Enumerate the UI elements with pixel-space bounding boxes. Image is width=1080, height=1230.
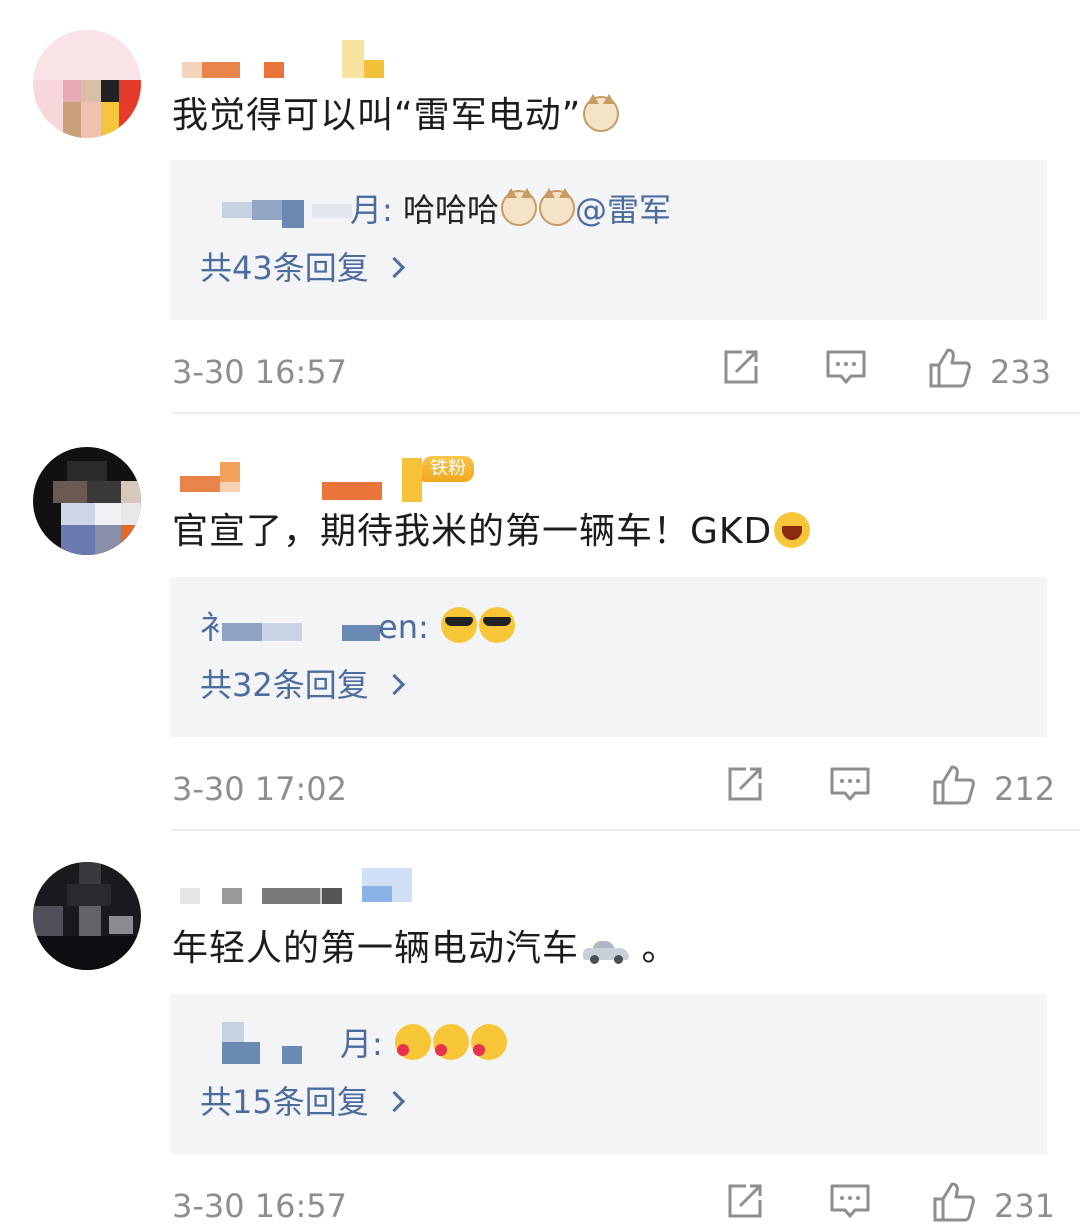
comment-icon[interactable] (829, 1180, 871, 1222)
reply-username-suffix[interactable]: 月: (350, 191, 393, 229)
comment-meta: 3-30 17:02 212 (0, 763, 1080, 813)
laughing-emoji (774, 512, 811, 548)
cat-face-emoji (500, 188, 537, 226)
thumbs-up-icon[interactable] (928, 346, 972, 390)
comment-text: 官宣了，期待我米的第一辆车！GKD (172, 510, 811, 554)
like-count: 233 (990, 353, 1052, 391)
reply-preview-box[interactable]: 月: 哈哈哈 @雷军 共43条回复 (170, 160, 1047, 320)
repost-icon[interactable] (724, 1180, 766, 1222)
timestamp: 3-30 16:57 (172, 353, 348, 391)
reply-preview-line: 衤 en: (200, 605, 1000, 649)
avatar[interactable] (33, 447, 141, 555)
reply-preview-line: 月: 哈哈哈 @雷军 (200, 188, 1000, 232)
blowing-kiss-emoji (432, 1024, 469, 1060)
username-pixelated[interactable] (172, 38, 672, 98)
reply-preview-box[interactable]: 衤 en: 共32条回复 (170, 577, 1047, 737)
sunglasses-emoji (478, 607, 515, 643)
blowing-kiss-emoji (394, 1024, 431, 1060)
car-emoji (583, 940, 630, 964)
divider (172, 829, 1080, 831)
comment-meta: 3-30 16:57 231 (0, 1180, 1080, 1230)
like-count: 231 (994, 1187, 1056, 1225)
thumbs-up-icon[interactable] (932, 1180, 976, 1224)
chevron-right-icon (383, 673, 405, 696)
comment-icon[interactable] (825, 346, 867, 388)
timestamp: 3-30 17:02 (172, 770, 348, 808)
repost-icon[interactable] (720, 346, 762, 388)
comment-text: 年轻人的第一辆电动汽车 。 (172, 928, 679, 969)
fan-badge[interactable]: 铁粉 (422, 456, 474, 482)
reply-count-link[interactable]: 共32条回复 (200, 663, 405, 707)
reply-preview-box[interactable]: 月: 共15条回复 (170, 994, 1047, 1154)
mention-link[interactable]: @雷军 (575, 191, 671, 229)
divider (172, 412, 1080, 414)
comment-icon[interactable] (829, 763, 871, 805)
like-count: 212 (994, 770, 1056, 808)
cat-face-emoji (583, 94, 620, 132)
reply-username-suffix[interactable]: 月: (340, 1025, 383, 1063)
reply-text: 哈哈哈 (402, 191, 499, 229)
username-pixelated[interactable]: 铁粉 (172, 448, 672, 508)
blowing-kiss-emoji (470, 1024, 507, 1060)
timestamp: 3-30 16:57 (172, 1187, 348, 1225)
avatar[interactable] (33, 30, 141, 138)
repost-icon[interactable] (724, 763, 766, 805)
comment-text: 我觉得可以叫“雷军电动” (172, 94, 620, 138)
comment-meta: 3-30 16:57 233 (0, 346, 1080, 396)
thumbs-up-icon[interactable] (932, 763, 976, 807)
reply-count-link[interactable]: 共15条回复 (200, 1080, 405, 1124)
chevron-right-icon (383, 1090, 405, 1113)
reply-username-suffix[interactable]: en: (378, 608, 429, 646)
reply-preview-line: 月: (200, 1022, 1000, 1066)
cat-face-emoji (538, 188, 575, 226)
chevron-right-icon (383, 256, 405, 279)
reply-count-link[interactable]: 共43条回复 (200, 246, 405, 290)
username-pixelated[interactable] (172, 866, 672, 926)
avatar[interactable] (33, 862, 141, 970)
sunglasses-emoji (440, 607, 477, 643)
